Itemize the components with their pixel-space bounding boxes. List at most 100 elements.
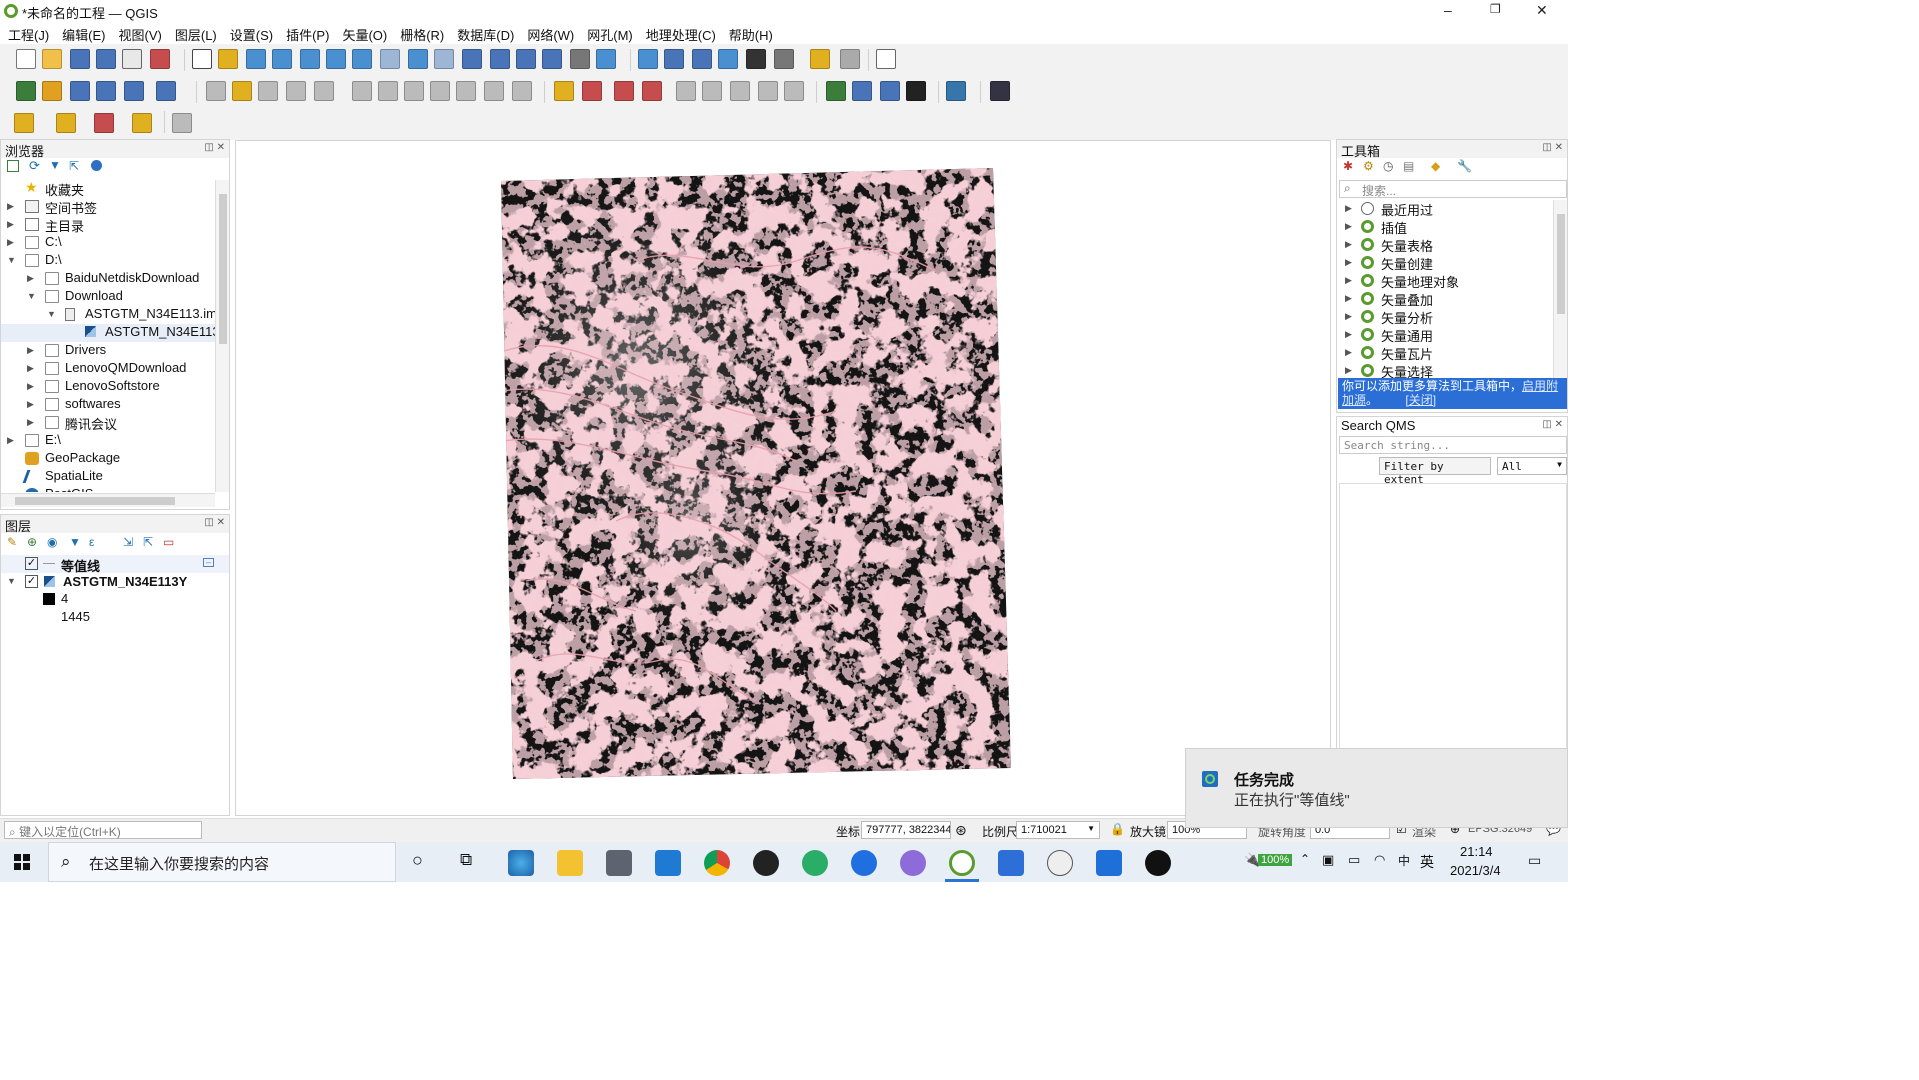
layer-visibility-checkbox[interactable]: ✓ <box>25 557 38 570</box>
dock-controls-icon[interactable]: ◫ ✕ <box>204 142 225 153</box>
diagram-icon[interactable] <box>582 81 602 101</box>
toolbox-group[interactable]: ▶ 插值 <box>1337 218 1553 236</box>
menu-item[interactable]: 网络(W) <box>519 22 579 44</box>
python-console-icon[interactable] <box>946 81 966 101</box>
cut-features-icon[interactable] <box>404 81 424 101</box>
browser-hscrollbar[interactable] <box>1 493 215 507</box>
qms-search-input[interactable]: Search string... <box>1339 436 1567 454</box>
text-annotation-icon[interactable] <box>876 49 896 69</box>
file-explorer-icon[interactable] <box>557 850 583 876</box>
toolbox-group[interactable]: ▶ 矢量叠加 <box>1337 290 1553 308</box>
quickmapservices-icon[interactable] <box>852 81 872 101</box>
browser-item[interactable]: ▶ Drivers <box>1 342 215 360</box>
wechat-icon[interactable] <box>802 850 828 876</box>
expand-arrow-icon[interactable]: ▶ <box>1345 347 1352 358</box>
style-manager-icon[interactable] <box>150 49 170 69</box>
zoom-to-layer-icon[interactable] <box>352 49 372 69</box>
browser-item[interactable]: ▶ 空间书签 <box>1 198 215 216</box>
toggle-editing-icon[interactable] <box>232 81 252 101</box>
toolbox-group[interactable]: ▶ 矢量瓦片 <box>1337 344 1553 362</box>
vertex-tool-icon[interactable] <box>314 81 334 101</box>
add-selected-icon[interactable] <box>7 160 19 172</box>
select-by-expression-icon[interactable] <box>56 113 76 133</box>
windows-start-icon[interactable] <box>14 854 30 870</box>
label-toolbar-icon[interactable] <box>784 81 804 101</box>
chrome-icon[interactable] <box>704 850 730 876</box>
expand-arrow-icon[interactable]: ▶ <box>1345 203 1352 214</box>
delete-selected-icon[interactable] <box>378 81 398 101</box>
zoom-last-icon[interactable] <box>408 49 428 69</box>
filter-icon[interactable]: ▼ <box>49 158 61 172</box>
qq-icon[interactable] <box>753 850 779 876</box>
media-icon[interactable] <box>1047 850 1073 876</box>
label-props-icon[interactable] <box>758 81 778 101</box>
menu-item[interactable]: 工程(J) <box>0 22 54 44</box>
change-label-icon[interactable] <box>730 81 750 101</box>
expand-arrow-icon[interactable]: ▶ <box>27 273 34 284</box>
music-icon[interactable] <box>1096 850 1122 876</box>
add-feature-icon[interactable] <box>286 81 306 101</box>
expand-arrow-icon[interactable]: ▶ <box>1345 221 1352 232</box>
redo-icon[interactable] <box>512 81 532 101</box>
toggle-extents-icon[interactable]: ⊛ <box>955 822 967 839</box>
expand-arrow-icon[interactable]: ▶ <box>1345 239 1352 250</box>
expand-arrow-icon[interactable]: ▶ <box>7 237 14 248</box>
browser-item[interactable]: ★ 收藏夹 <box>1 180 215 198</box>
expand-arrow-icon[interactable]: ▶ <box>7 201 14 212</box>
photos-icon[interactable] <box>998 850 1024 876</box>
toolbox-group[interactable]: ▶ 矢量地理对象 <box>1337 272 1553 290</box>
menu-item[interactable]: 编辑(E) <box>54 22 110 44</box>
modify-attributes-icon[interactable] <box>352 81 372 101</box>
lock-scale-icon[interactable]: 🔒 <box>1110 822 1125 836</box>
add-group-icon[interactable]: ⊕ <box>27 535 37 549</box>
save-as-icon[interactable] <box>96 49 116 69</box>
expand-arrow-icon[interactable]: ▼ <box>7 576 16 586</box>
pan-to-selection-icon[interactable] <box>218 49 238 69</box>
options-icon[interactable]: 🔧 <box>1457 159 1472 173</box>
close-button[interactable]: ✕ <box>1536 2 1548 19</box>
network-icon[interactable]: ▭ <box>1348 852 1360 868</box>
zoom-out-icon[interactable] <box>272 49 292 69</box>
identify-icon[interactable] <box>638 49 658 69</box>
new-geopackage-icon[interactable] <box>42 81 62 101</box>
manage-map-themes-icon[interactable]: ◉ <box>47 535 57 549</box>
layer-row-contour[interactable]: ✓ 等值线 – <box>1 555 229 574</box>
mail-icon[interactable] <box>606 850 632 876</box>
expand-arrow-icon[interactable]: ▶ <box>1345 329 1352 340</box>
results-viewer-icon[interactable]: ▤ <box>1403 159 1414 173</box>
battery-indicator[interactable]: 100% <box>1258 854 1293 866</box>
browser-item[interactable]: GeoPackage <box>1 450 215 468</box>
collapse-all-icon[interactable]: ⇱ <box>69 159 79 173</box>
current-edits-icon[interactable] <box>206 81 226 101</box>
map-canvas[interactable] <box>235 140 1331 816</box>
minimize-button[interactable]: – <box>1444 2 1452 18</box>
expand-arrow-icon[interactable]: ▶ <box>27 417 34 428</box>
expand-arrow-icon[interactable]: ▶ <box>7 219 14 230</box>
browser-item[interactable]: ▼ Download <box>1 288 215 306</box>
browser-item[interactable]: ▼ ASTGTM_N34E113.img <box>1 306 215 324</box>
browser-item[interactable]: ▶ BaiduNetdiskDownload <box>1 270 215 288</box>
copy-features-icon[interactable] <box>430 81 450 101</box>
browser-vscrollbar[interactable] <box>215 180 229 492</box>
measure-icon[interactable] <box>774 49 794 69</box>
qms-search-icon[interactable] <box>880 81 900 101</box>
pan-icon[interactable] <box>192 49 212 69</box>
browser-item[interactable]: ▶ C:\ <box>1 234 215 252</box>
toolbox-group[interactable]: ▶ 矢量表格 <box>1337 236 1553 254</box>
info-icon[interactable] <box>91 160 102 171</box>
device-icon[interactable]: ▣ <box>1322 852 1334 868</box>
qgis-taskbar-icon[interactable] <box>949 850 975 876</box>
browser-item[interactable]: ▶ E:\ <box>1 432 215 450</box>
expand-arrow-icon[interactable]: ▶ <box>27 363 34 374</box>
toolbox-group[interactable]: ▶ 矢量通用 <box>1337 326 1553 344</box>
remove-layer-icon[interactable]: ▭ <box>163 535 174 549</box>
zoom-in-icon[interactable] <box>246 49 266 69</box>
filter-legend-icon[interactable]: ▼ <box>69 535 81 549</box>
qms-filter-select[interactable]: All ▼ <box>1497 457 1567 475</box>
new-shapefile-icon[interactable] <box>70 81 90 101</box>
toolbox-vscrollbar[interactable] <box>1553 200 1567 378</box>
new-temp-layer-icon[interactable] <box>124 81 144 101</box>
action-center-icon[interactable]: ▭ <box>1528 852 1541 869</box>
expand-arrow-icon[interactable]: ▶ <box>1345 365 1352 376</box>
baidu-netdisk-icon[interactable] <box>900 850 926 876</box>
